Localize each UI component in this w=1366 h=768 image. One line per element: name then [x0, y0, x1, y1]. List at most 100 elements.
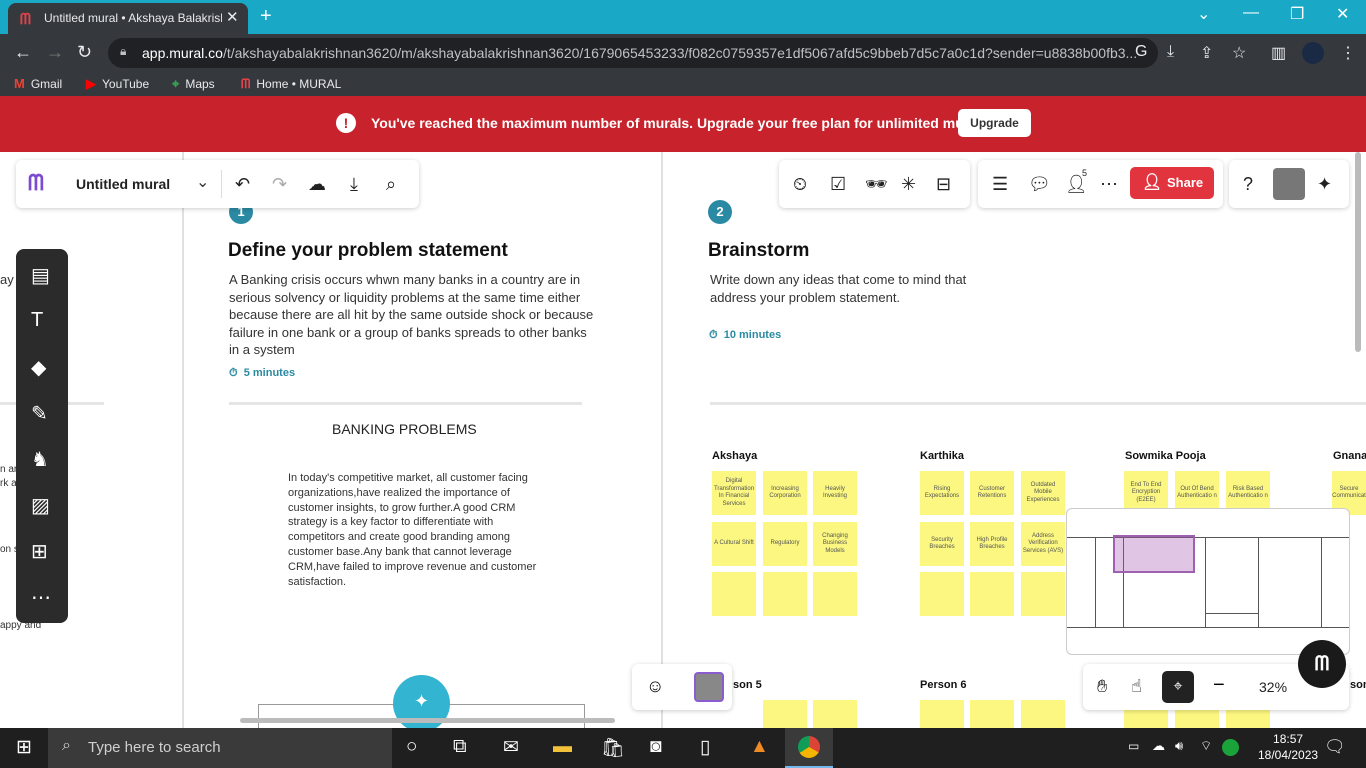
sticky-note[interactable]: Security Breaches — [920, 522, 964, 566]
bookmark-gmail[interactable]: M Gmail — [14, 76, 62, 91]
sticky-note[interactable]: A Cultural Shift — [712, 522, 756, 566]
forward-icon[interactable]: → — [46, 42, 64, 63]
sticky-note[interactable]: Increasing Corporation — [763, 471, 807, 515]
image-icon[interactable]: ▨ — [31, 493, 50, 518]
mural-assistant-icon[interactable]: ᗰ — [1298, 640, 1346, 688]
sticky-note-icon[interactable]: ▤ — [31, 263, 50, 288]
notifications-icon[interactable]: 🗨︎ — [1324, 737, 1346, 757]
mural-canvas[interactable]: ay n ar rk a on s appy and 1 Define your… — [0, 152, 1366, 728]
onedrive-icon[interactable]: ☁ — [1152, 738, 1165, 754]
chrome-taskbar-button[interactable] — [785, 728, 833, 768]
side-panel-icon[interactable]: ▥ — [1271, 43, 1286, 63]
camera-icon[interactable]: ◙ — [650, 736, 661, 758]
upgrade-button[interactable]: Upgrade — [958, 109, 1031, 137]
sticky-note[interactable] — [970, 572, 1014, 616]
taskbar-clock[interactable]: 18:57 18/04/2023 — [1258, 731, 1318, 763]
avatar[interactable] — [1273, 168, 1305, 200]
sticky-note[interactable] — [763, 572, 807, 616]
cloud-saved-icon[interactable]: ☁ — [308, 174, 326, 195]
windows-start-icon[interactable]: ⊞ — [16, 736, 32, 759]
avatar[interactable] — [694, 672, 724, 702]
sticky-note[interactable] — [813, 700, 857, 728]
file-explorer-icon[interactable]: ▬ — [553, 736, 572, 758]
zoom-out-icon[interactable]: − — [1213, 674, 1225, 697]
taskbar-search[interactable]: ⌕ Type here to search — [48, 728, 392, 768]
sticky-note[interactable] — [1021, 700, 1065, 728]
help-icon[interactable]: ? — [1243, 174, 1253, 195]
download-icon[interactable]: ⤓ — [350, 174, 358, 195]
cortana-icon[interactable]: ○ — [406, 736, 417, 758]
document-icon[interactable]: ▯ — [700, 736, 710, 759]
ai-sparkle-icon[interactable]: ✦ — [1317, 174, 1332, 195]
box-text[interactable]: In today's competitive market, all custo… — [288, 471, 543, 589]
redo-icon[interactable]: ↷ — [272, 174, 287, 195]
sticky-note[interactable] — [920, 572, 964, 616]
select-tool-icon[interactable]: ☝︎ — [1131, 676, 1142, 697]
mail-icon[interactable]: ✉ — [503, 736, 519, 759]
toolkit-icon[interactable]: ⊟ — [936, 174, 951, 195]
more-tools-icon[interactable]: ⋯ — [31, 585, 51, 610]
sticky-note[interactable]: Regulatory — [763, 522, 807, 566]
share-button[interactable]: 👤︎ Share — [1130, 167, 1214, 199]
menu-icon[interactable]: ⋮ — [1340, 43, 1356, 63]
vertical-scrollbar[interactable] — [1355, 152, 1361, 352]
profile-avatar[interactable] — [1302, 42, 1324, 64]
sticky-note[interactable]: High Profile Breaches — [970, 522, 1014, 566]
browser-tab[interactable]: ᗰ Untitled mural • Akshaya Balakrishnan … — [8, 3, 248, 34]
emoji-icon[interactable]: ☺ — [646, 676, 664, 697]
timer-icon[interactable]: ⏲ — [793, 174, 807, 195]
sticky-note[interactable] — [763, 700, 807, 728]
sticky-note[interactable] — [920, 700, 964, 728]
apps-icon[interactable]: ⊞ — [31, 539, 48, 564]
outline-icon[interactable]: ☰ — [992, 174, 1008, 195]
reload-icon[interactable]: ↻ — [77, 42, 92, 63]
install-icon[interactable]: ⤓ — [1167, 43, 1174, 61]
store-icon[interactable]: 🛍︎ — [601, 736, 625, 760]
network-status-icon[interactable] — [1222, 739, 1239, 756]
sticky-note[interactable]: Address Verification Services (AVS) — [1021, 522, 1065, 566]
sticky-note[interactable]: Digital Transformation In Financial Serv… — [712, 471, 756, 515]
sticky-note[interactable] — [813, 572, 857, 616]
mural-title[interactable]: Untitled mural — [76, 176, 170, 192]
task-view-icon[interactable]: ⧉ — [453, 736, 467, 758]
sticky-note[interactable] — [712, 572, 756, 616]
wifi-icon[interactable]: ⌔ — [1200, 738, 1212, 754]
comments-icon[interactable]: 💬︎ — [1028, 174, 1051, 195]
pen-icon[interactable]: ✎ — [31, 401, 48, 426]
bookmark-maps[interactable]: ⌖ Maps — [172, 76, 215, 92]
sticky-note[interactable]: Changing Business Models — [813, 522, 857, 566]
hand-tool-icon[interactable]: ✋︎ — [1097, 676, 1107, 697]
chevron-down-icon[interactable]: ⌄ — [196, 172, 209, 192]
tab-search-icon[interactable]: ⌄ — [1197, 4, 1210, 24]
sticky-note[interactable]: Heavily Investing — [813, 471, 857, 515]
search-icon[interactable]: ⌕ — [386, 174, 396, 195]
battery-icon[interactable]: ▭ — [1128, 739, 1139, 753]
url-field[interactable]: 🔒︎ app.mural.co/t/akshayabalakrishnan362… — [108, 38, 1158, 68]
private-mode-icon[interactable]: 🕶︎ — [865, 174, 888, 195]
sticky-note[interactable]: Rising Expectations — [920, 471, 964, 515]
minimize-icon[interactable]: — — [1243, 4, 1259, 22]
sticky-note[interactable]: Customer Retentions — [970, 471, 1014, 515]
text-icon[interactable]: T — [31, 309, 43, 332]
bookmark-star-icon[interactable]: ☆ — [1232, 43, 1246, 63]
back-icon[interactable]: ← — [14, 42, 32, 63]
minimap-viewport[interactable] — [1113, 535, 1195, 573]
bookmark-youtube[interactable]: ▶ YouTube — [86, 76, 149, 92]
sticky-note[interactable]: Outdated Mobile Experiences — [1021, 471, 1065, 515]
share-page-icon[interactable]: ⇪ — [1200, 43, 1213, 63]
minimap-toggle-icon[interactable]: ⌖ — [1162, 671, 1194, 703]
laser-pointer-icon[interactable]: ✳ — [901, 174, 916, 195]
google-icon[interactable]: G — [1135, 43, 1147, 61]
zoom-level[interactable]: 32% — [1259, 679, 1287, 695]
mural-logo-icon[interactable]: ᗰ — [28, 170, 44, 196]
minimap[interactable] — [1066, 508, 1350, 655]
restore-icon[interactable]: ❐ — [1290, 4, 1304, 24]
undo-icon[interactable]: ↶ — [235, 174, 250, 195]
bookmark-mural[interactable]: ᗰ Home • MURAL — [241, 76, 341, 92]
new-tab-icon[interactable]: + — [260, 5, 272, 28]
shapes-icon[interactable]: ◆ — [31, 355, 46, 380]
volume-icon[interactable]: 🔊︎ — [1175, 738, 1183, 754]
sticky-note[interactable] — [970, 700, 1014, 728]
box-title[interactable]: BANKING PROBLEMS — [332, 421, 477, 437]
voting-icon[interactable]: ☑ — [830, 174, 846, 195]
